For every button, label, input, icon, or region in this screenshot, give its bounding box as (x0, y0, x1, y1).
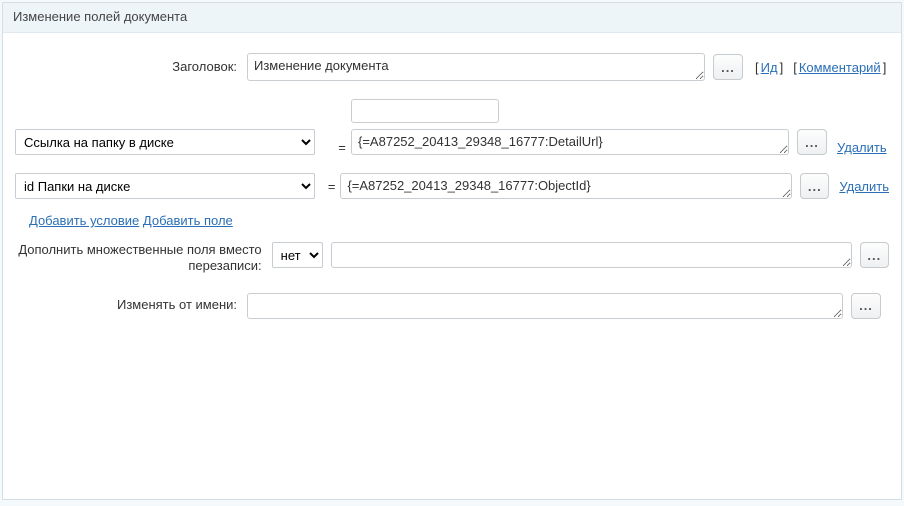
field-row-0: Ссылка на папку в диске = {=A87252_20413… (15, 99, 889, 155)
field-value-0[interactable]: {=A87252_20413_29348_16777:DetailUrl} (351, 129, 789, 155)
panel-title: Изменение полей документа (3, 3, 901, 33)
as-user-picker-button[interactable]: ... (851, 293, 881, 319)
as-user-value[interactable] (247, 293, 843, 319)
bracket-open: [ (755, 60, 759, 75)
label-title: Заголовок: (15, 59, 247, 75)
label-multi: Дополнить множественные поля вместо пере… (15, 242, 272, 275)
comment-link[interactable]: Комментарий (799, 60, 881, 75)
row-as-user: Изменять от имени: ... (15, 293, 889, 319)
field-picker-0[interactable]: ... (797, 129, 827, 155)
equals-sign: = (333, 140, 351, 155)
label-as-user: Изменять от имени: (15, 297, 247, 313)
row-title: Заголовок: Изменение документа ... [Ид] … (15, 53, 889, 81)
field-select-0[interactable]: Ссылка на папку в диске (15, 129, 315, 155)
field-delete-0[interactable]: Удалить (837, 140, 887, 155)
id-link[interactable]: Ид (761, 60, 778, 75)
field-delete-1[interactable]: Удалить (839, 179, 889, 194)
title-input[interactable]: Изменение документа (247, 53, 705, 81)
panel-body: Заголовок: Изменение документа ... [Ид] … (3, 33, 901, 349)
document-fields-panel: Изменение полей документа Заголовок: Изм… (2, 2, 902, 500)
row-multi: Дополнить множественные поля вместо пере… (15, 242, 889, 275)
multi-picker-button[interactable]: ... (860, 242, 889, 268)
multi-value[interactable] (331, 242, 852, 268)
add-condition-link[interactable]: Добавить условие (29, 213, 139, 228)
field-select-1[interactable]: id Папки на диске (15, 173, 315, 199)
field-picker-1[interactable]: ... (800, 173, 829, 199)
multi-select[interactable]: нет (272, 242, 323, 268)
add-field-link[interactable]: Добавить поле (143, 213, 233, 228)
title-picker-button[interactable]: ... (713, 54, 743, 80)
bracket-close: ] (780, 60, 784, 75)
field-value-1[interactable]: {=A87252_20413_29348_16777:ObjectId} (340, 173, 792, 199)
field-row-1: id Папки на диске = {=A87252_20413_29348… (15, 173, 889, 199)
add-links-row: Добавить условие Добавить поле (15, 213, 889, 238)
equals-sign: = (323, 179, 340, 194)
field-extra-input-0[interactable] (351, 99, 499, 123)
